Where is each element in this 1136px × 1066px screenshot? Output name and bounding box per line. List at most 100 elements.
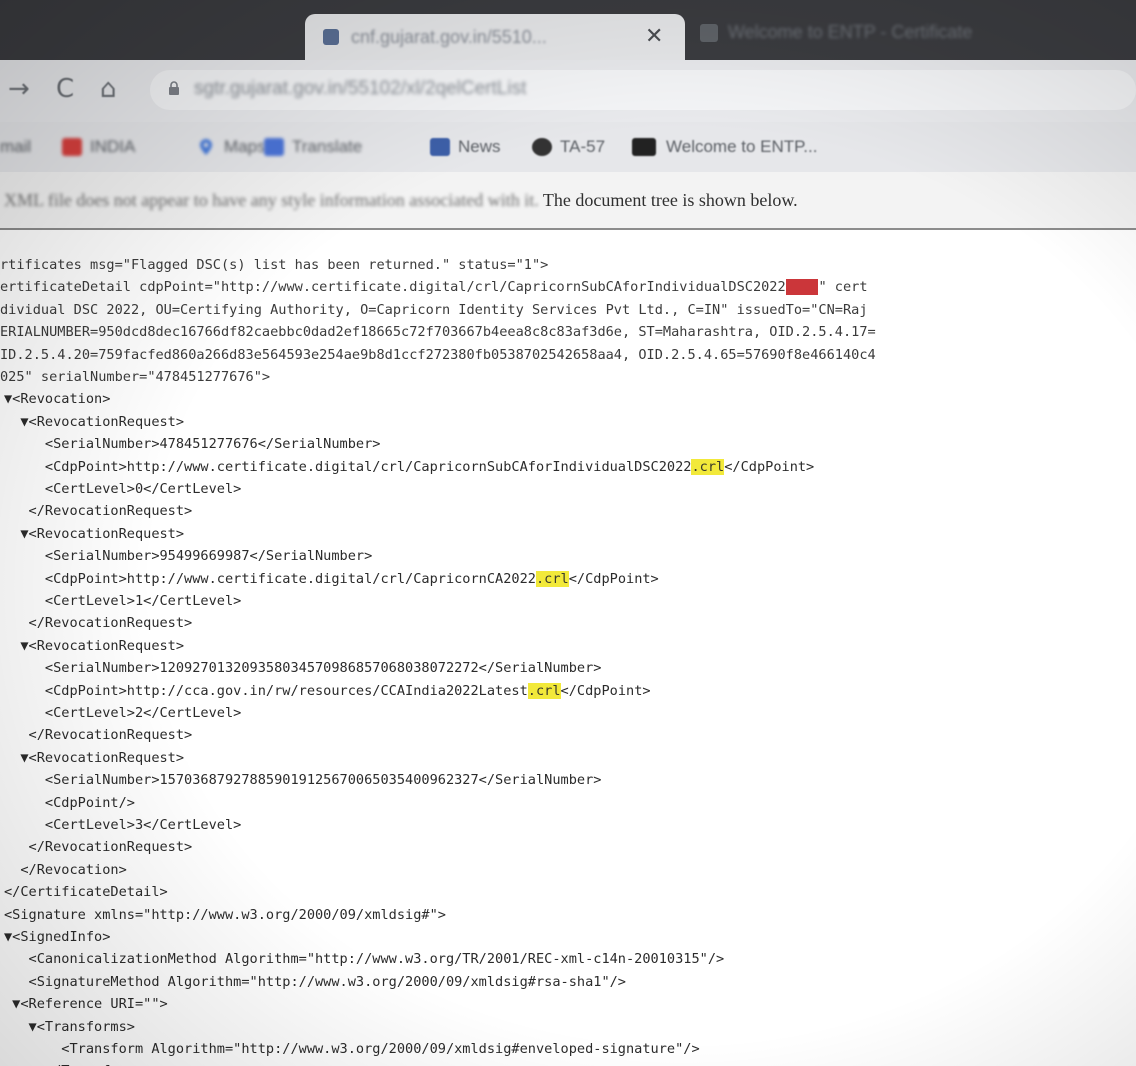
xml-text: ERIALNUMBER=950dcd8dec16766df82caebbc0da… [0, 324, 876, 341]
xml-text: </RevocationRequest> [4, 503, 193, 520]
active-tab[interactable]: cnf.gujarat.gov.in/5510... ✕ [305, 14, 685, 60]
xml-text: dividual DSC 2022, OU=Certifying Authori… [0, 301, 868, 318]
xml-text: <CdpPoint>http://cca.gov.in/rw/resources… [4, 682, 528, 699]
translate-icon [264, 138, 284, 156]
bookmark-label: Welcome to ENTP... [666, 137, 818, 156]
xml-line: </RevocationRequest> [4, 615, 193, 632]
xml-text: ▼<Revocation> [4, 391, 111, 408]
xml-text: <Signature xmlns="http://www.w3.org/2000… [4, 906, 446, 923]
xml-line: ertificateDetail cdpPoint="http://www.ce… [0, 279, 868, 296]
globe-icon [532, 138, 552, 156]
xml-line: <SignatureMethod Algorithm="http://www.w… [4, 974, 626, 990]
lock-icon [169, 81, 179, 95]
url-text[interactable]: sgtr.gujarat.gov.in/55102/xl/2qelCertLis… [194, 78, 526, 100]
bookmark-label: News [458, 137, 501, 156]
close-tab-icon[interactable]: ✕ [645, 24, 663, 49]
xml-text: ID.2.5.4.20=759facfed860a266d83e564593e2… [0, 346, 876, 363]
xml-text: " cert [818, 279, 868, 296]
xml-line: ▼<RevocationRequest> [4, 526, 184, 542]
favicon-icon [323, 29, 339, 45]
xml-line: <Signature xmlns="http://www.w3.org/2000… [4, 907, 446, 923]
xml-line: ▼<RevocationRequest> [4, 638, 184, 654]
address-bar[interactable]: sgtr.gujarat.gov.in/55102/xl/2qelCertLis… [150, 70, 1136, 110]
navigation-toolbar: → C ⌂ sgtr.gujarat.gov.in/55102/xl/2qelC… [0, 60, 1136, 122]
xml-line: ▼<RevocationRequest> [4, 750, 184, 766]
xml-line: <CdpPoint>http://cca.gov.in/rw/resources… [4, 682, 651, 699]
search-highlight: .crl [691, 458, 725, 475]
page-icon [632, 138, 656, 156]
xml-line: </RevocationRequest> [4, 839, 193, 856]
bookmark-icon [62, 138, 82, 156]
xml-line: ID.2.5.4.20=759facfed860a266d83e564593e2… [0, 347, 876, 363]
xml-text: </Revocation> [4, 861, 127, 878]
tab-title: Welcome to ENTP - Certificate [728, 22, 973, 42]
xml-line: ▼<RevocationRequest> [4, 414, 184, 430]
xml-text: <CdpPoint/> [4, 794, 135, 811]
search-highlight: .crl [535, 570, 569, 587]
xml-text: <SerialNumber>15703687927885901912567006… [4, 772, 602, 789]
bookmark-label: mail [0, 137, 32, 156]
xml-line: </RevocationRequest> [4, 503, 193, 520]
xml-line: <Transform Algorithm="http://www.w3.org/… [4, 1041, 700, 1057]
xml-line: <CdpPoint/> [4, 795, 135, 811]
xml-text: </CdpPoint> [560, 682, 651, 699]
xml-style-notice: XML file does not appear to have any sty… [0, 172, 1136, 230]
xml-line: <CdpPoint>http://www.certificate.digital… [4, 458, 814, 475]
bookmark-label: Maps [224, 137, 266, 156]
xml-line: ▼<Transforms> [4, 1019, 135, 1035]
xml-text: ▼<RevocationRequest> [4, 637, 185, 654]
xml-line: <CertLevel>1</CertLevel> [4, 593, 241, 609]
bookmark-label: INDIA [90, 137, 136, 156]
xml-line: <CdpPoint>http://www.certificate.digital… [4, 570, 659, 587]
xml-line: <SerialNumber>12092701320935803457098685… [4, 660, 602, 677]
xml-text: </RevocationRequest> [4, 727, 193, 744]
tab-strip: cnf.gujarat.gov.in/5510... ✕ Welcome to … [0, 0, 1136, 60]
inactive-tab[interactable]: Welcome to ENTP - Certificate [700, 18, 1136, 52]
xml-text: </CdpPoint> [568, 570, 659, 587]
xml-text: <CdpPoint>http://www.certificate.digital… [4, 458, 692, 475]
xml-text: <SerialNumber>12092701320935803457098685… [4, 660, 602, 677]
xml-text: <CdpPoint>http://www.certificate.digital… [4, 570, 536, 587]
xml-text: <SignatureMethod Algorithm="http://www.w… [4, 973, 626, 990]
xml-text: </RevocationRequest> [4, 615, 193, 632]
xml-line: ▼<Reference URI=""> [4, 996, 168, 1012]
xml-line: 025" serialNumber="478451277676"> [0, 369, 270, 385]
search-highlight: .crl [785, 279, 819, 296]
xml-text: ▼<Transforms> [4, 1018, 135, 1035]
favicon-icon [700, 24, 718, 42]
xml-text: rtificates msg="Flagged DSC(s) list has … [0, 257, 549, 273]
tab-title: cnf.gujarat.gov.in/5510... [351, 27, 547, 47]
home-icon[interactable]: ⌂ [100, 74, 117, 104]
map-pin-icon [200, 139, 212, 155]
bookmark-label: Translate [292, 137, 363, 156]
xml-text: 025" serialNumber="478451277676"> [0, 369, 271, 385]
xml-text: ▼<RevocationRequest> [4, 413, 185, 430]
xml-text: <CanonicalizationMethod Algorithm="http:… [4, 951, 725, 968]
xml-line: dividual DSC 2022, OU=Certifying Authori… [0, 302, 868, 318]
xml-line: </CertificateDetail> [4, 884, 168, 900]
xml-line: <CertLevel>2</CertLevel> [4, 705, 241, 721]
notice-text-part-b: The document tree is shown below. [538, 190, 798, 210]
xml-line: ▼<SignedInfo> [4, 929, 110, 945]
xml-line: <SerialNumber>15703687927885901912567006… [4, 772, 602, 789]
xml-text: ▼<Reference URI=""> [4, 996, 168, 1013]
search-highlight: .crl [527, 682, 561, 699]
back-icon[interactable]: → [8, 74, 30, 104]
xml-text: </RevocationRequest> [4, 839, 193, 856]
xml-line: </RevocationRequest> [4, 727, 193, 744]
xml-line: ▼<Revocation> [4, 391, 110, 407]
xml-text: </CertificateDetail> [4, 884, 168, 901]
xml-line: <SerialNumber>478451277676</SerialNumber… [4, 436, 381, 452]
bookmark-label: TA-57 [560, 137, 606, 156]
notice-text-part-a: XML file does not appear to have any sty… [4, 190, 539, 210]
bookmarks-bar: mail INDIA Maps Translate News TA-57 Wel… [0, 122, 1136, 173]
xml-text: <CertLevel>0</CertLevel> [4, 481, 242, 497]
xml-line: rtificates msg="Flagged DSC(s) list has … [0, 257, 548, 273]
reload-icon[interactable]: C [56, 74, 74, 104]
news-icon [430, 138, 450, 156]
xml-document-tree: rtificates msg="Flagged DSC(s) list has … [0, 240, 1136, 1066]
xml-text: <CertLevel>2</CertLevel> [4, 705, 242, 721]
xml-text: ▼<RevocationRequest> [4, 525, 185, 542]
xml-text: <Transform Algorithm="http://www.w3.org/… [4, 1041, 700, 1057]
notice-text: XML file does not appear to have any sty… [4, 190, 798, 211]
